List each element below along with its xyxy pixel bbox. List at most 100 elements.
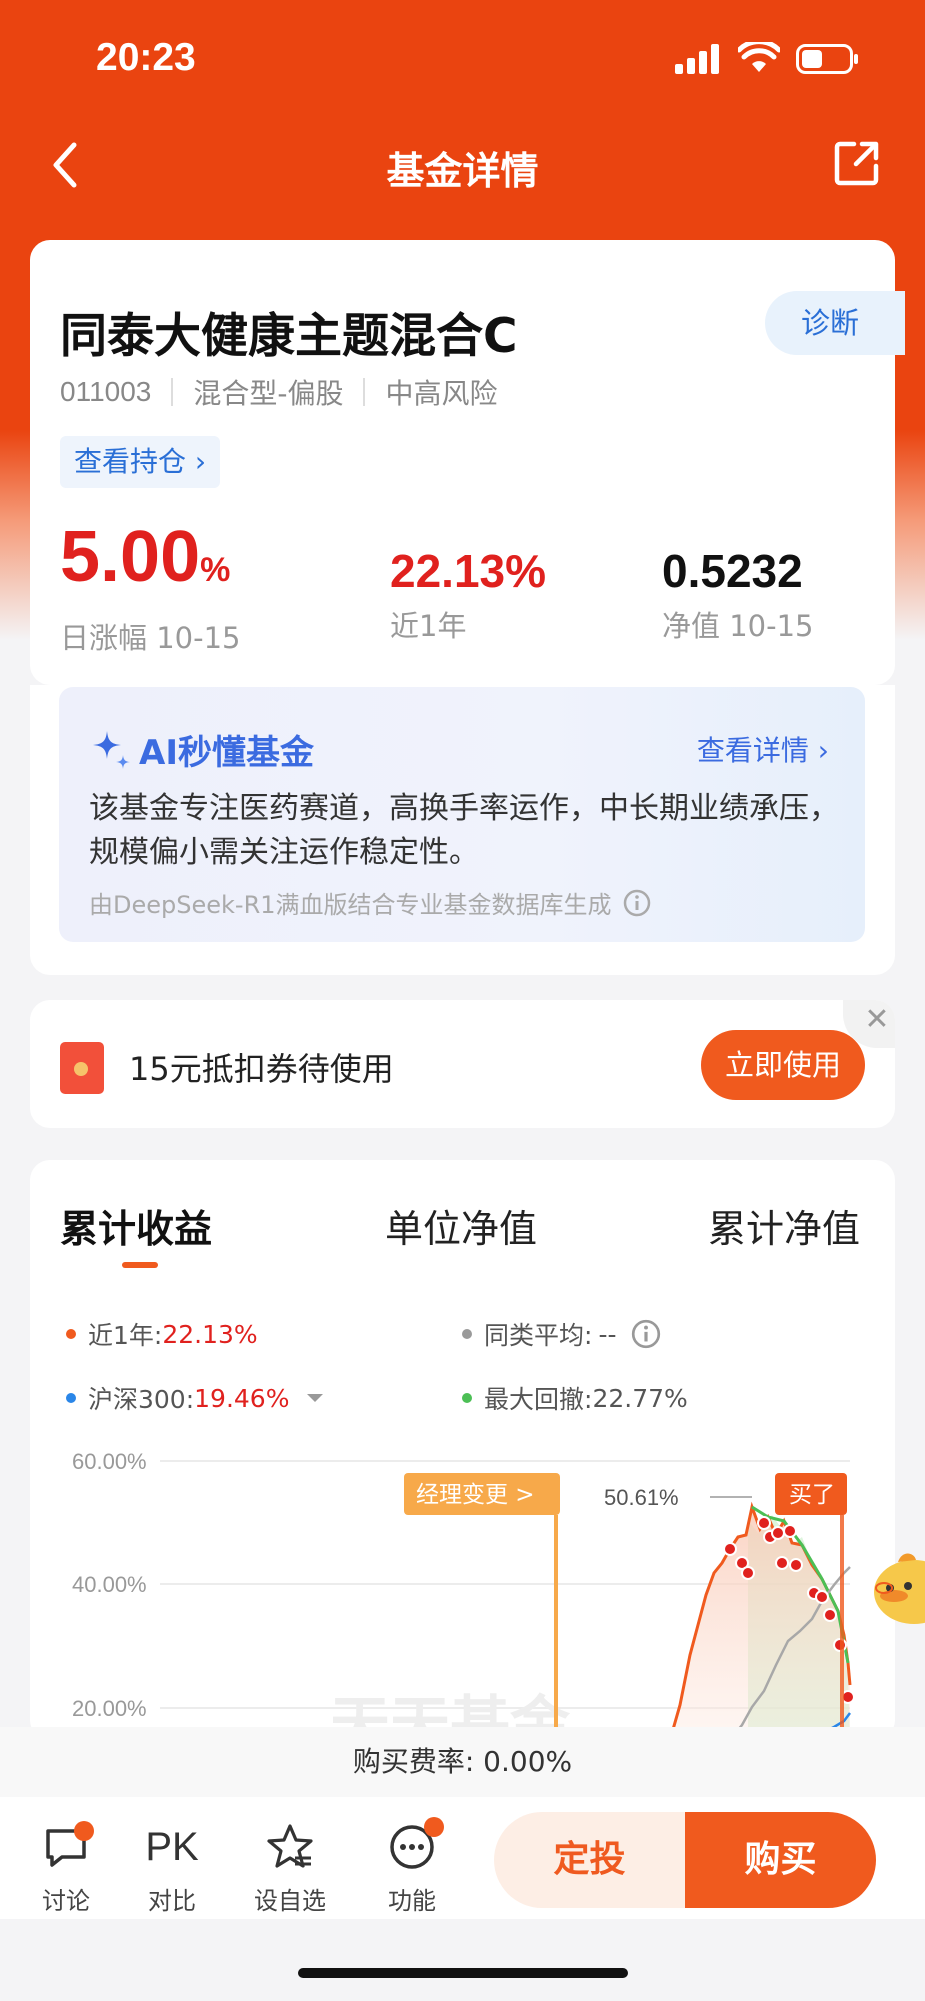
notification-badge <box>74 1821 94 1841</box>
functions-icon-wrap <box>362 1817 462 1873</box>
fund-code: 011003 <box>60 376 152 407</box>
legend-peer-value: -- <box>598 1319 617 1349</box>
legend-drawdown: 最大回撤: 22.77% <box>462 1380 688 1416</box>
sparkle-icon <box>93 730 130 769</box>
notification-badge <box>424 1817 444 1837</box>
trade-dot[interactable] <box>815 1590 829 1604</box>
bottom-action-bar: 讨论 PK 对比 设自选 功能 定投 购买 <box>0 1797 925 1919</box>
auto-invest-button[interactable]: 定投 <box>494 1812 685 1908</box>
legend-year-label: 近1年: <box>88 1321 163 1350</box>
legend-peer: 同类平均: -- <box>462 1316 662 1352</box>
ai-footer: 由DeepSeek-R1满血版结合专业基金数据库生成 <box>89 885 652 920</box>
divider <box>363 378 366 406</box>
ai-title-text: AI秒懂基金 <box>139 733 314 773</box>
chart-tabs: 累计收益 单位净值 累计净值 <box>30 1198 895 1278</box>
year-return-label: 近1年 <box>390 609 467 643</box>
purchase-buttons: 定投 购买 <box>494 1812 876 1908</box>
trade-dot[interactable] <box>775 1556 789 1570</box>
trade-dot[interactable] <box>789 1558 803 1572</box>
legend-dot <box>66 1329 76 1339</box>
fund-risk: 中高风险 <box>385 377 498 410</box>
watchlist-label: 设自选 <box>254 1887 326 1915</box>
legend-dot <box>66 1393 76 1403</box>
page-title: 基金详情 <box>386 149 539 193</box>
share-icon[interactable] <box>832 138 882 188</box>
daily-change-label: 日涨幅 10-15 <box>60 621 241 655</box>
coupon-text: 15元抵扣券待使用 <box>129 1050 394 1088</box>
nav-value: 0.5232 <box>662 545 803 597</box>
legend-year-value: 22.13% <box>162 1319 258 1349</box>
coupon-card: 15元抵扣券待使用 立即使用 ✕ <box>30 1000 895 1128</box>
diagnose-button[interactable]: 诊断 <box>765 291 905 355</box>
trade-dot[interactable] <box>757 1516 771 1530</box>
fund-type: 混合型-偏股 <box>193 377 344 410</box>
trade-dot[interactable] <box>723 1542 737 1556</box>
y-tick-label: 40.00% <box>72 1572 147 1597</box>
legend-index-label: 沪深300: <box>88 1385 195 1414</box>
view-holdings-label: 查看持仓 <box>74 445 187 478</box>
info-icon[interactable] <box>630 1318 662 1350</box>
y-tick-label: 60.00% <box>72 1449 147 1474</box>
divider <box>171 378 174 406</box>
ai-summary-section: AI秒懂基金 查看详情 › 该基金专注医药赛道，高换手率运作，中长期业绩承压，规… <box>30 685 895 975</box>
compare-label: 对比 <box>148 1887 196 1915</box>
peak-label: 50.61% <box>604 1485 679 1510</box>
info-icon[interactable] <box>622 888 652 918</box>
red-envelope-icon <box>60 1042 104 1094</box>
trade-dot[interactable] <box>771 1526 785 1540</box>
daily-change-metric: 5.00% 日涨幅 10-15 <box>60 518 241 657</box>
buy-button[interactable]: 购买 <box>685 1812 876 1908</box>
fund-summary-card: 同泰大健康主题混合C 诊断 011003 混合型-偏股 中高风险 查看持仓 › … <box>30 240 905 685</box>
use-coupon-button[interactable]: 立即使用 <box>701 1030 865 1100</box>
tab-cumulative-nav[interactable]: 累计净值 <box>708 1198 860 1253</box>
chevron-right-icon: › <box>817 734 829 767</box>
tab-unit-nav[interactable]: 单位净值 <box>385 1198 537 1253</box>
legend-year: 近1年: 22.13% <box>66 1316 258 1352</box>
legend-dot <box>462 1329 472 1339</box>
year-return-value: 22.13% <box>390 545 547 597</box>
ai-summary-text: 该基金专注医药赛道，高换手率运作，中长期业绩承压，规模偏小需关注运作稳定性。 <box>89 791 839 870</box>
legend-drawdown-label: 最大回撤: <box>484 1385 593 1414</box>
legend-drawdown-value: 22.77% <box>592 1383 688 1413</box>
wifi-icon <box>738 42 780 72</box>
view-holdings-button[interactable]: 查看持仓 › <box>60 436 221 488</box>
performance-chart-card: 累计收益 单位净值 累计净值 近1年: 22.13% 同类平均: -- 沪深30… <box>30 1160 895 1740</box>
status-time: 20:23 <box>96 36 196 79</box>
nav-label: 净值 10-15 <box>662 609 814 643</box>
ai-summary-card[interactable]: AI秒懂基金 查看详情 › 该基金专注医药赛道，高换手率运作，中长期业绩承压，规… <box>59 687 865 942</box>
active-tab-indicator <box>122 1262 158 1268</box>
y-tick-label: 20.00% <box>72 1696 147 1721</box>
discuss-label: 讨论 <box>42 1887 90 1915</box>
caret-down-icon <box>307 1394 324 1402</box>
home-indicator <box>298 1968 628 1978</box>
battery-icon <box>796 44 858 74</box>
signal-icon <box>675 44 719 74</box>
discuss-button[interactable]: 讨论 <box>16 1821 116 1916</box>
ai-details-link[interactable]: 查看详情 › <box>697 729 829 769</box>
mascot-icon[interactable] <box>868 1548 925 1628</box>
pk-icon: PK <box>145 1824 199 1869</box>
functions-button[interactable]: 功能 <box>362 1817 462 1916</box>
fee-rate: 购买费率: 0.00% <box>0 1727 925 1797</box>
tab-cumulative-return[interactable]: 累计收益 <box>60 1198 212 1253</box>
legend-index[interactable]: 沪深300: 19.46% <box>66 1380 325 1416</box>
watchlist-icon-wrap <box>240 1821 340 1873</box>
status-bar: 20:23 <box>0 0 925 120</box>
ai-details-label: 查看详情 <box>696 734 809 767</box>
trade-dot[interactable] <box>823 1608 837 1622</box>
compare-button[interactable]: PK 对比 <box>122 1821 222 1916</box>
ai-footer-text: 由DeepSeek-R1满血版结合专业基金数据库生成 <box>89 891 612 919</box>
bought-label: 买了 <box>789 1482 835 1508</box>
discuss-icon-wrap <box>16 1821 116 1873</box>
star-icon <box>267 1824 313 1868</box>
year-return-metric: 22.13% 近1年 <box>390 545 546 645</box>
return-chart[interactable]: 60.00% 40.00% 20.00% 天天基金 50.61% 经理变更 > … <box>30 1445 895 1740</box>
daily-change-value: 5.00% <box>60 517 231 597</box>
trade-dot[interactable] <box>783 1524 797 1538</box>
functions-label: 功能 <box>388 1887 436 1915</box>
watchlist-button[interactable]: 设自选 <box>240 1821 340 1916</box>
legend-index-value: 19.46% <box>194 1383 290 1413</box>
trade-dot[interactable] <box>741 1566 755 1580</box>
legend-peer-label: 同类平均: <box>484 1321 593 1350</box>
nav-metric: 0.5232 净值 10-15 <box>662 545 814 645</box>
